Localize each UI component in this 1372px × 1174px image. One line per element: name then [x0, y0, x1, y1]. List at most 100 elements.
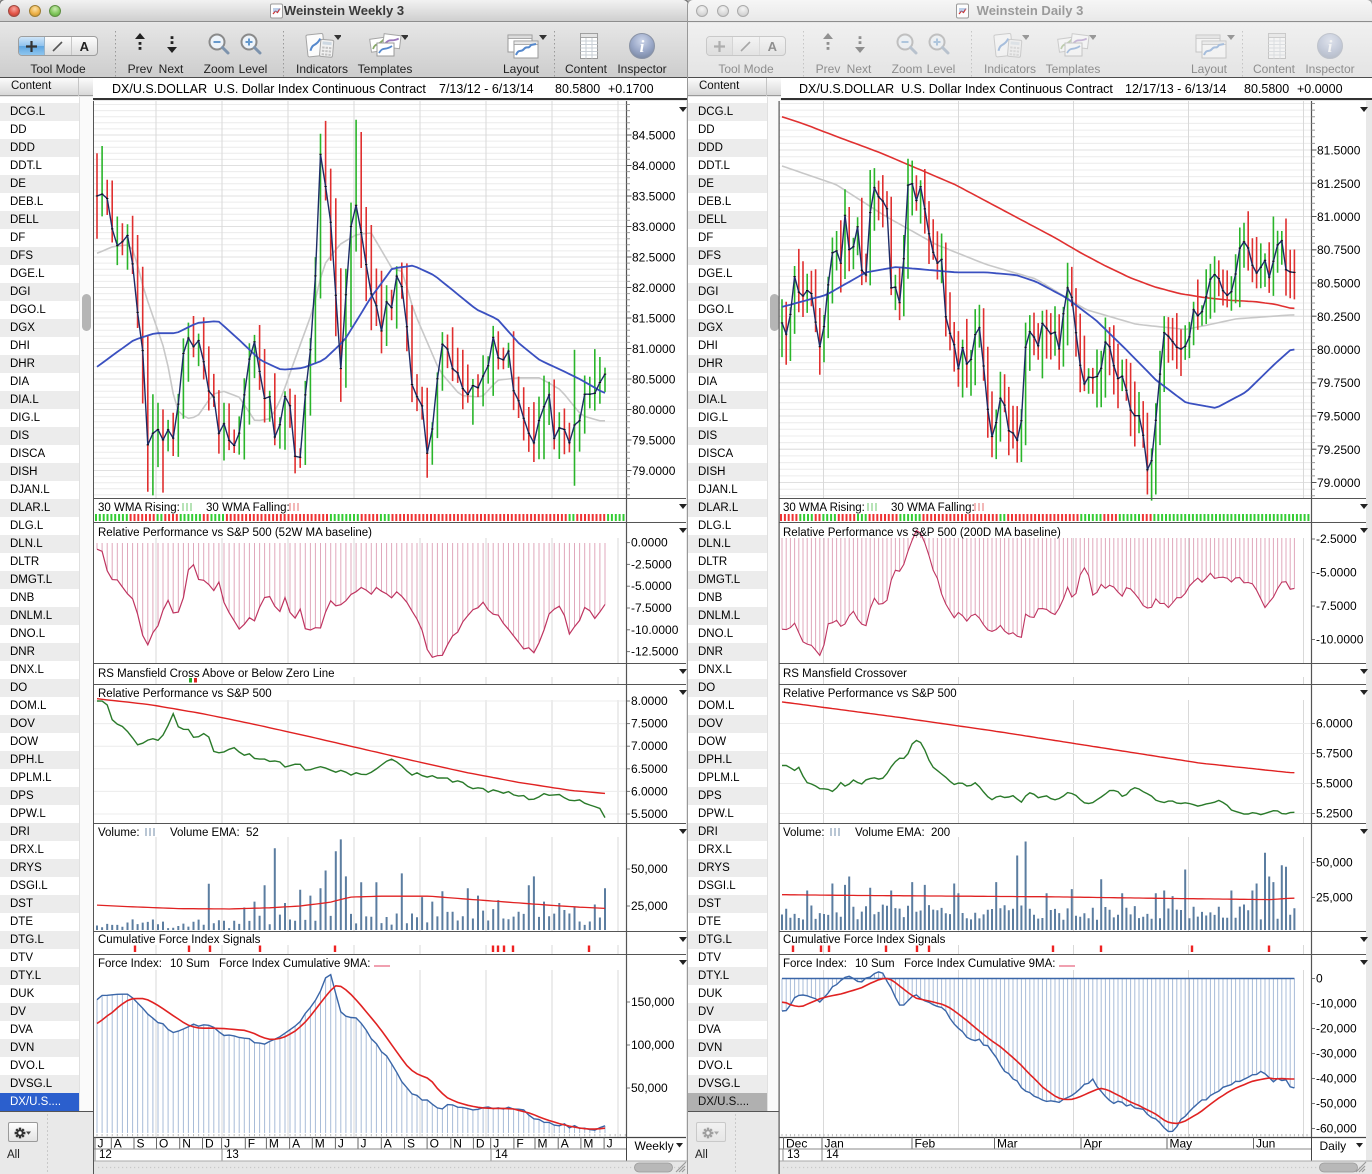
svg-text:7.0000: 7.0000: [631, 739, 668, 753]
svg-text:-20,000: -20,000: [1316, 1022, 1357, 1036]
svg-text:Force Index:: Force Index:: [98, 958, 162, 970]
svg-text:A: A: [114, 1137, 122, 1151]
svg-text:7.5000: 7.5000: [631, 717, 668, 731]
svg-text:RS Mansfield Crossover: RS Mansfield Crossover: [783, 668, 907, 680]
svg-text:Daily: Daily: [1320, 1139, 1347, 1153]
svg-text:Relative Performance vs S&P 50: Relative Performance vs S&P 500 (200D MA…: [783, 527, 1061, 539]
svg-text:Feb: Feb: [915, 1137, 936, 1151]
svg-text:M: M: [315, 1137, 325, 1151]
svg-text:80.2500: 80.2500: [1317, 310, 1361, 324]
svg-text:-10.0000: -10.0000: [631, 623, 679, 637]
svg-text:-2.5000: -2.5000: [631, 557, 672, 571]
svg-text:50,000: 50,000: [1316, 856, 1353, 870]
svg-text:O: O: [430, 1137, 439, 1151]
svg-text:30 WMA Falling:: 30 WMA Falling:: [891, 502, 975, 514]
svg-text:5.5000: 5.5000: [631, 807, 668, 821]
svg-text:14: 14: [826, 1149, 839, 1161]
svg-text:-7.5000: -7.5000: [631, 601, 672, 615]
svg-text:150,000: 150,000: [631, 995, 675, 1009]
svg-text:M: M: [583, 1137, 593, 1151]
svg-text:-40,000: -40,000: [1316, 1072, 1357, 1086]
svg-text:-60,000: -60,000: [1316, 1122, 1357, 1136]
svg-text:O: O: [159, 1137, 168, 1151]
svg-text:Volume EMA:: Volume EMA:: [855, 827, 925, 839]
svg-text:M: M: [538, 1137, 548, 1151]
svg-text:30 WMA Falling:: 30 WMA Falling:: [206, 502, 290, 514]
svg-text:50,000: 50,000: [631, 862, 668, 876]
svg-text:81.5000: 81.5000: [1317, 144, 1361, 158]
svg-text:Apr: Apr: [1084, 1137, 1103, 1151]
svg-text:10 Sum: 10 Sum: [855, 958, 895, 970]
svg-text:Jun: Jun: [1256, 1137, 1275, 1151]
svg-text:12: 12: [99, 1149, 112, 1161]
svg-text:-50,000: -50,000: [1316, 1097, 1357, 1111]
svg-text:8.0000: 8.0000: [631, 694, 668, 708]
svg-text:80.0000: 80.0000: [1317, 343, 1361, 357]
svg-text:79.7500: 79.7500: [1317, 376, 1361, 390]
svg-text:13: 13: [226, 1149, 239, 1161]
svg-text:83.5000: 83.5000: [632, 190, 676, 204]
svg-text:Volume:: Volume:: [783, 827, 825, 839]
svg-text:RS Mansfield Cross Above or Be: RS Mansfield Cross Above or Below Zero L…: [98, 668, 335, 680]
svg-text:Force Index Cumulative 9MA:: Force Index Cumulative 9MA:: [904, 958, 1055, 970]
svg-text:Volume EMA:: Volume EMA:: [170, 827, 240, 839]
svg-text:-10.0000: -10.0000: [1316, 633, 1364, 647]
svg-text:79.0000: 79.0000: [1317, 476, 1361, 490]
svg-text:6.5000: 6.5000: [631, 762, 668, 776]
svg-text:80.7500: 80.7500: [1317, 243, 1361, 257]
svg-text:-5.0000: -5.0000: [1316, 566, 1357, 580]
svg-text:81.0000: 81.0000: [632, 342, 676, 356]
svg-text:13: 13: [787, 1149, 800, 1161]
svg-text:0: 0: [1316, 972, 1323, 986]
svg-text:80.0000: 80.0000: [632, 403, 676, 417]
svg-text:-10,000: -10,000: [1316, 997, 1357, 1011]
svg-text:10 Sum: 10 Sum: [170, 958, 210, 970]
svg-text:Volume:: Volume:: [98, 827, 140, 839]
svg-text:79.0000: 79.0000: [632, 464, 676, 478]
svg-text:82.5000: 82.5000: [632, 251, 676, 265]
svg-text:30 WMA Rising:: 30 WMA Rising:: [783, 502, 865, 514]
svg-text:Cumulative Force Index Signals: Cumulative Force Index Signals: [783, 934, 946, 946]
svg-text:25,000: 25,000: [1316, 891, 1353, 905]
svg-text:200: 200: [931, 827, 950, 839]
svg-text:Cumulative Force Index Signals: Cumulative Force Index Signals: [98, 934, 261, 946]
svg-text:25,000: 25,000: [631, 899, 668, 913]
svg-text:N: N: [453, 1137, 462, 1151]
svg-text:-30,000: -30,000: [1316, 1047, 1357, 1061]
svg-text:May: May: [1170, 1137, 1193, 1151]
svg-text:-12.5000: -12.5000: [631, 645, 679, 659]
svg-text:Force Index Cumulative 9MA:: Force Index Cumulative 9MA:: [219, 958, 370, 970]
svg-text:-7.5000: -7.5000: [1316, 599, 1357, 613]
svg-text:A: A: [561, 1137, 569, 1151]
svg-text:F: F: [248, 1137, 255, 1151]
svg-text:5.2500: 5.2500: [1316, 807, 1353, 821]
svg-text:79.5000: 79.5000: [1317, 410, 1361, 424]
svg-text:100,000: 100,000: [631, 1038, 675, 1052]
svg-text:84.0000: 84.0000: [632, 159, 676, 173]
svg-text:D: D: [476, 1137, 485, 1151]
svg-text:Relative Performance vs S&P 50: Relative Performance vs S&P 500: [98, 688, 272, 700]
svg-text:M: M: [269, 1137, 279, 1151]
svg-text:Force Index:: Force Index:: [783, 958, 847, 970]
svg-text:J: J: [338, 1137, 344, 1151]
svg-text:N: N: [182, 1137, 191, 1151]
svg-text:80.5000: 80.5000: [1317, 277, 1361, 291]
svg-text:J: J: [361, 1137, 367, 1151]
svg-text:81.2500: 81.2500: [1317, 177, 1361, 191]
svg-text:52: 52: [246, 827, 259, 839]
svg-text:50,000: 50,000: [631, 1081, 668, 1095]
svg-text:81.5000: 81.5000: [632, 312, 676, 326]
svg-text:0.0000: 0.0000: [631, 536, 668, 550]
svg-text:5.7500: 5.7500: [1316, 747, 1353, 761]
svg-text:84.5000: 84.5000: [632, 129, 676, 143]
svg-text:Mar: Mar: [997, 1137, 1018, 1151]
svg-text:30 WMA Rising:: 30 WMA Rising:: [98, 502, 180, 514]
svg-text:Relative Performance vs S&P 50: Relative Performance vs S&P 500 (52W MA …: [98, 527, 372, 539]
svg-text:Weekly: Weekly: [635, 1139, 674, 1153]
svg-text:81.0000: 81.0000: [1317, 210, 1361, 224]
svg-text:Relative Performance vs S&P 50: Relative Performance vs S&P 500: [783, 688, 957, 700]
svg-text:6.0000: 6.0000: [1316, 717, 1353, 731]
svg-text:-5.0000: -5.0000: [631, 579, 672, 593]
svg-text:S: S: [137, 1137, 145, 1151]
svg-text:5.5000: 5.5000: [1316, 777, 1353, 791]
